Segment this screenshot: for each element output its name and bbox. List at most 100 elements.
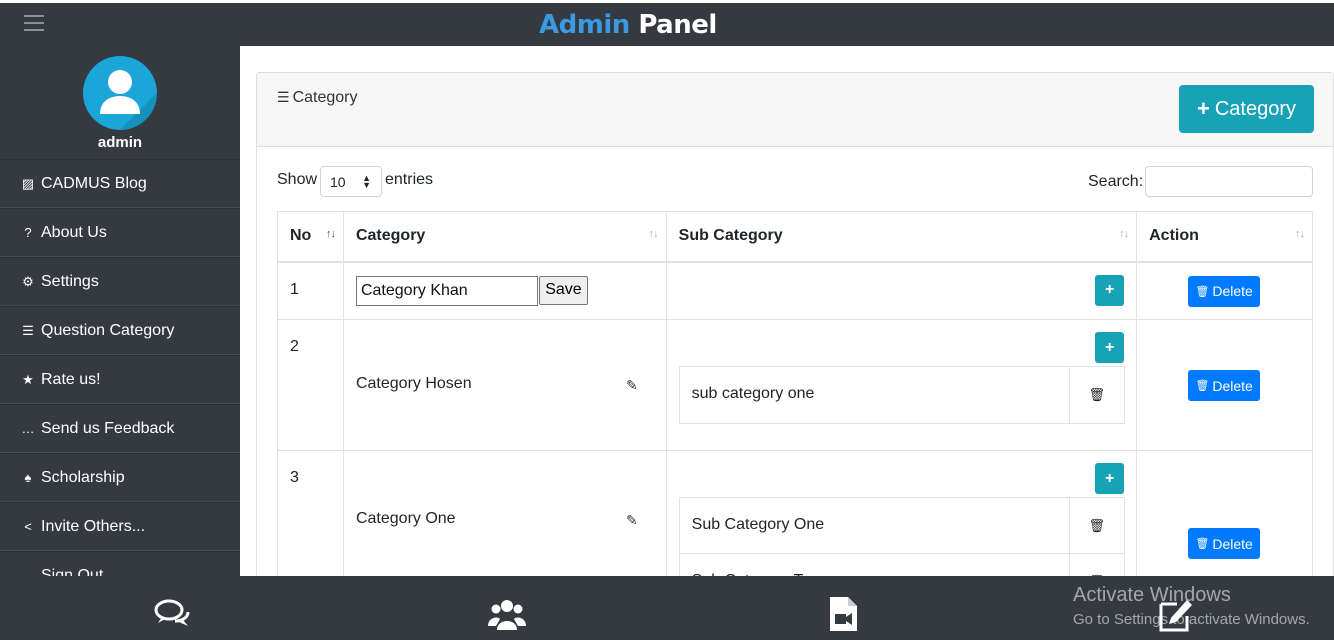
sort-icon: ↑↓ bbox=[648, 228, 659, 240]
delete-button[interactable]: 🗑 Delete bbox=[1188, 370, 1261, 401]
search-label: Search: bbox=[1088, 173, 1144, 190]
edit-icon[interactable]: ✎ bbox=[626, 377, 638, 394]
rss-icon: ▨ bbox=[21, 175, 35, 191]
page-size-select[interactable]: 10 ▲ ▼ bbox=[320, 166, 382, 197]
question-circle-icon: ? bbox=[24, 225, 32, 240]
table-header-row: No ↑↓ Category ↑↓ Sub Category ↑↓ Action ↑↓ bbox=[277, 211, 1313, 263]
add-category-button[interactable]: + Category bbox=[1179, 85, 1314, 133]
cell-no: 1 bbox=[277, 261, 344, 320]
trash-icon[interactable]: 🗑 bbox=[1070, 367, 1124, 423]
cell-subcategory: + sub category one 🗑 bbox=[665, 319, 1138, 451]
list-icon: ☰ bbox=[22, 322, 34, 338]
sort-icon: ↑↓ bbox=[1295, 228, 1305, 240]
cell-action: 🗑 Delete bbox=[1136, 450, 1313, 576]
sidebar-item-cadmus-blog[interactable]: ▨ CADMUS Blog bbox=[0, 159, 240, 208]
cell-action: 🗑 Delete bbox=[1136, 319, 1313, 451]
category-edit-form: Save bbox=[355, 275, 588, 306]
cell-category: Category Hosen ✎ bbox=[342, 319, 667, 451]
sidebar-item-about-us[interactable]: ? About Us bbox=[0, 208, 240, 257]
save-button[interactable]: Save bbox=[538, 275, 588, 305]
comments-icon[interactable] bbox=[153, 596, 191, 632]
trophy-icon: ♠ bbox=[24, 470, 32, 485]
star-icon: ★ bbox=[22, 371, 34, 387]
category-name: Category Hosen bbox=[355, 375, 472, 392]
table-row: 3Category One✎+Sub Category One🗑Sub Cate… bbox=[277, 450, 1313, 576]
windows-activation-watermark: Activate Windows Go to Settings to activ… bbox=[1073, 584, 1310, 628]
sidebar-item-send-us-feedback[interactable]: … Send us Feedback bbox=[0, 404, 240, 453]
brand-title-part1: Admin bbox=[539, 10, 630, 40]
column-header-subcategory[interactable]: Sub Category ↑↓ bbox=[665, 211, 1138, 263]
cell-subcategory: + bbox=[665, 261, 1138, 320]
plus-icon: + bbox=[1196, 96, 1210, 121]
subcategory-item: Sub Category One 🗑 bbox=[679, 498, 1124, 554]
column-header-category[interactable]: Category ↑↓ bbox=[342, 211, 667, 263]
cell-category: Category One ✎ bbox=[342, 450, 667, 576]
sidebar-item-sign-out[interactable]: → Sign Out bbox=[0, 551, 240, 576]
delete-button[interactable]: 🗑 Delete bbox=[1188, 275, 1261, 307]
brand-title: Admin Panel bbox=[539, 10, 717, 40]
entries-label: entries bbox=[385, 171, 434, 188]
column-header-label: Category bbox=[355, 227, 426, 245]
sidebar-item-label: Rate us! bbox=[41, 370, 101, 388]
trash-icon[interactable]: 🗑 bbox=[1070, 498, 1124, 553]
sort-icon: ↑↓ bbox=[1119, 228, 1129, 240]
video-file-icon[interactable] bbox=[825, 596, 863, 632]
category-name-input[interactable] bbox=[355, 275, 538, 306]
sidebar-item-label: About Us bbox=[41, 223, 107, 241]
sidebar-item-label: Send us Feedback bbox=[41, 419, 175, 437]
list-icon: ☰ bbox=[277, 89, 290, 105]
subcategory-list: sub category one 🗑 bbox=[678, 366, 1125, 424]
column-header-label: No bbox=[290, 227, 312, 245]
avatar bbox=[83, 56, 157, 130]
brand-title-part2: Panel bbox=[638, 10, 717, 40]
card-title: ☰ Category bbox=[277, 89, 357, 107]
delete-button[interactable]: 🗑 Delete bbox=[1188, 528, 1261, 559]
sidebar-menu: ▨ CADMUS Blog? About Us ⚙ Settings ☰ Question … bbox=[0, 159, 240, 576]
datatable-controls: Show 10 ▲ ▼ entries Search: bbox=[277, 166, 1313, 198]
add-subcategory-button[interactable]: + bbox=[1095, 274, 1125, 306]
sidebar-item-label: CADMUS Blog bbox=[41, 174, 147, 192]
username: admin bbox=[97, 134, 143, 151]
top-navbar: Admin Panel bbox=[0, 0, 1334, 46]
sidebar-item-question-category[interactable]: ☰ Question Category bbox=[0, 306, 240, 355]
subcategory-name: sub category one bbox=[680, 367, 1070, 423]
column-header-action[interactable]: Action ↑↓ bbox=[1136, 211, 1313, 263]
delete-label: Delete bbox=[1212, 377, 1253, 394]
comment-icon: … bbox=[21, 421, 35, 436]
sidebar: admin ▨ CADMUS Blog? About Us ⚙ Settings ☰ Que… bbox=[0, 46, 240, 576]
trash-icon: 🗑 bbox=[1195, 285, 1210, 298]
table-body: 1Save+🗑Delete2Category Hosen✎+sub catego… bbox=[277, 261, 1313, 576]
sidebar-item-rate-us[interactable]: ★ Rate us! bbox=[0, 355, 240, 404]
main-content: ☰ Category + Category Show 10 ▲ ▼ entries S… bbox=[240, 46, 1334, 576]
edit-icon[interactable]: ✎ bbox=[626, 512, 638, 529]
cell-category: Save bbox=[342, 261, 667, 320]
users-icon[interactable] bbox=[488, 596, 526, 632]
subcategory-name: Sub Category One bbox=[680, 498, 1070, 553]
user-avatar-icon bbox=[100, 70, 157, 130]
add-subcategory-button[interactable]: + bbox=[1095, 332, 1125, 363]
select-arrows-icon: ▲ ▼ bbox=[362, 173, 371, 190]
trash-icon: 🗑 bbox=[1195, 538, 1210, 550]
watermark-line2: Go to Settings to activate Windows. bbox=[1073, 611, 1310, 628]
category-table: No ↑↓ Category ↑↓ Sub Category ↑↓ Action ↑↓ … bbox=[277, 211, 1313, 576]
trash-icon[interactable]: 🗑 bbox=[1070, 554, 1124, 576]
add-category-label: Category bbox=[1214, 97, 1296, 120]
category-name: Category One bbox=[355, 510, 456, 527]
sidebar-item-label: Sign Out bbox=[41, 566, 104, 577]
delete-label: Delete bbox=[1212, 535, 1253, 552]
hamburger-menu-icon[interactable] bbox=[24, 15, 44, 31]
delete-label: Delete bbox=[1212, 283, 1253, 299]
watermark-line1: Activate Windows bbox=[1073, 584, 1231, 606]
column-header-no[interactable]: No ↑↓ bbox=[277, 211, 344, 263]
search-input[interactable] bbox=[1145, 166, 1313, 197]
sort-asc-icon: ↑↓ bbox=[325, 228, 336, 240]
subcategory-name: Sub Category Two bbox=[680, 554, 1070, 576]
add-subcategory-button[interactable]: + bbox=[1095, 463, 1125, 494]
column-header-label: Sub Category bbox=[678, 227, 783, 245]
sidebar-item-scholarship[interactable]: ♠ Scholarship bbox=[0, 453, 240, 502]
sidebar-item-label: Question Category bbox=[41, 321, 175, 339]
subcategory-item: sub category one 🗑 bbox=[680, 367, 1124, 423]
card-header: ☰ Category + Category bbox=[257, 73, 1333, 147]
sidebar-item-settings[interactable]: ⚙ Settings bbox=[0, 257, 240, 306]
sidebar-item-invite-others[interactable]: < Invite Others... bbox=[0, 502, 240, 551]
